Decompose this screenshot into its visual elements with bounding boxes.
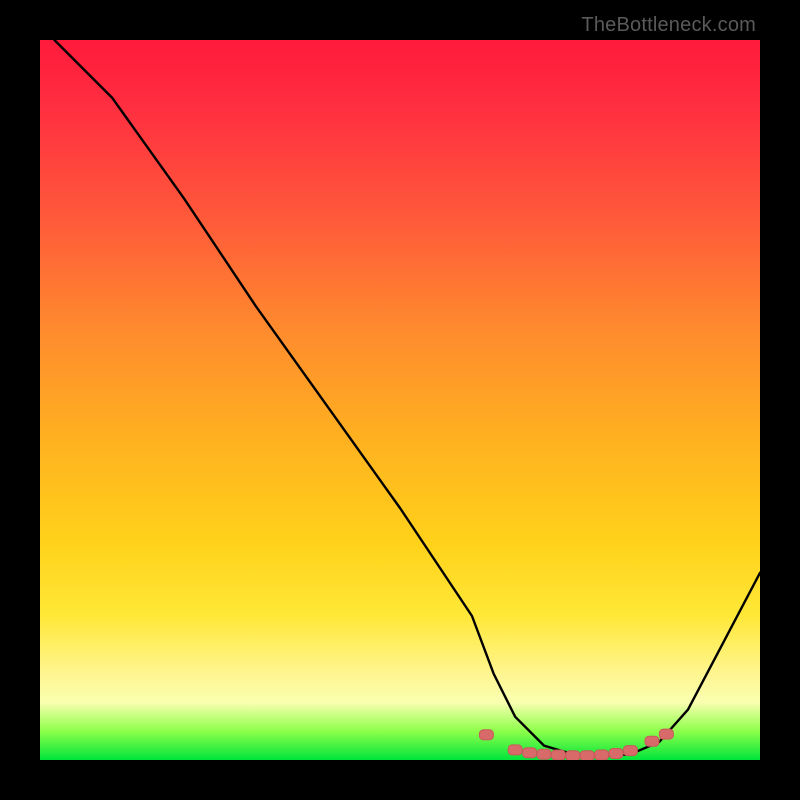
- valley-marker: [508, 745, 522, 755]
- chart-svg: [40, 40, 760, 760]
- valley-marker: [523, 748, 537, 758]
- valley-marker: [645, 736, 659, 746]
- credit-text: TheBottleneck.com: [581, 14, 756, 37]
- valley-marker: [566, 751, 580, 760]
- valley-marker: [580, 751, 594, 760]
- bottleneck-curve: [54, 40, 760, 756]
- plot-area: [40, 40, 760, 760]
- valley-marker: [537, 749, 551, 759]
- valley-marker: [623, 746, 637, 756]
- valley-marker: [609, 749, 623, 759]
- valley-markers-group: [479, 729, 673, 760]
- valley-marker: [479, 730, 493, 740]
- valley-marker: [659, 729, 673, 739]
- chart-stage: TheBottleneck.com: [0, 0, 800, 800]
- valley-marker: [595, 750, 609, 760]
- valley-marker: [551, 750, 565, 760]
